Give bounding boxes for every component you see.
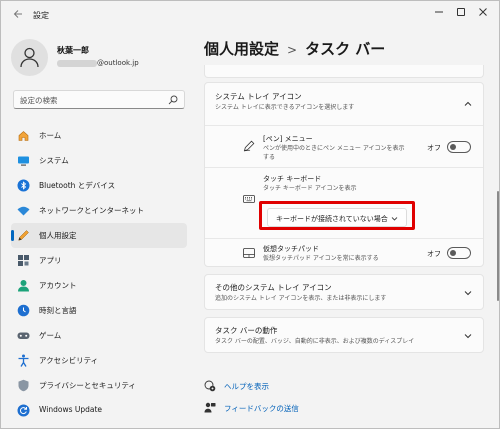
highlight-box — [259, 201, 415, 230]
help-link-label: ヘルプを表示 — [224, 382, 269, 391]
pen-icon — [18, 230, 29, 241]
taskbar-behaviors-card[interactable]: タスク バーの動作 タスク バーの配置、バッジ、自動的に非表示、および複数のディ… — [204, 317, 484, 353]
apps-icon — [18, 255, 29, 266]
sidebar-item-accessibility[interactable]: アクセシビリティ — [11, 348, 187, 373]
minimize-icon — [435, 11, 443, 13]
feedback-link-label: フィードバックの送信 — [224, 404, 299, 413]
home-icon — [18, 131, 29, 141]
sidebar-item-time-language[interactable]: 時刻と言語 — [11, 298, 187, 323]
wifi-icon — [17, 206, 30, 216]
chevron-up-icon — [464, 101, 472, 106]
pen-menu-toggle-label: オフ — [427, 144, 441, 152]
sidebar-item-label: ネットワークとインターネット — [39, 206, 144, 215]
close-icon — [479, 8, 487, 16]
chevron-down-icon — [464, 291, 472, 296]
search-placeholder: 設定の検索 — [20, 96, 58, 105]
virtual-touchpad-toggle[interactable] — [447, 247, 471, 259]
card-title: タスク バーの動作 — [215, 326, 278, 335]
sidebar-item-label: アカウント — [39, 281, 77, 290]
sidebar-item-home[interactable]: ホーム — [11, 123, 187, 148]
sidebar-item-windows-update[interactable]: Windows Update — [11, 398, 187, 423]
update-icon — [17, 404, 30, 417]
app-title: 設定 — [33, 11, 49, 20]
sidebar-item-network[interactable]: ネットワークとインターネット — [11, 198, 187, 223]
pen-menu-row: [ペン] メニュー ペンが使用中のときにペン メニュー アイコンを表示する オフ — [205, 126, 483, 168]
sidebar-item-apps[interactable]: アプリ — [11, 248, 187, 273]
maximize-icon — [457, 8, 465, 16]
avatar[interactable] — [11, 39, 48, 76]
sidebar-item-privacy-security[interactable]: プライバシーとセキュリティ — [11, 373, 187, 398]
touchpad-icon — [243, 248, 255, 258]
card-subtitle: 追加のシステム トレイ アイコンを表示、または非表示にします — [215, 295, 387, 302]
accessibility-icon — [18, 354, 29, 367]
breadcrumb-parent[interactable]: 個人用設定 — [204, 40, 279, 58]
close-button[interactable] — [475, 7, 491, 21]
pen-menu-title: [ペン] メニュー — [263, 135, 313, 143]
shield-icon — [18, 379, 29, 392]
touch-keyboard-subtitle: タッチ キーボード アイコンを表示 — [263, 185, 357, 192]
chevron-down-icon — [464, 334, 472, 339]
sidebar-item-label: アクセシビリティ — [39, 356, 99, 365]
account-icon — [18, 280, 29, 292]
other-tray-icons-card[interactable]: その他のシステム トレイ アイコン 追加のシステム トレイ アイコンを表示、また… — [204, 274, 484, 310]
system-icon — [18, 156, 29, 166]
system-tray-icons-header[interactable]: システム トレイ アイコン システム トレイに表示できるアイコンを選択します — [205, 83, 483, 126]
virtual-touchpad-subtitle: 仮想タッチパッド アイコンを常に表示する — [263, 255, 379, 262]
bluetooth-icon — [17, 179, 30, 192]
previous-card-edge — [204, 65, 484, 78]
content-scroll-area[interactable]: システム トレイ アイコン システム トレイに表示できるアイコンを選択します [… — [201, 65, 491, 428]
sidebar-item-label: Bluetooth とデバイス — [39, 181, 116, 190]
user-email: @outlook.jp — [57, 59, 139, 67]
sidebar-item-label: 時刻と言語 — [39, 306, 77, 315]
touch-keyboard-row: タッチ キーボード タッチ キーボード アイコンを表示 キーボードが接続されてい… — [205, 168, 483, 239]
pen-menu-toggle[interactable] — [447, 141, 471, 153]
person-icon — [20, 47, 39, 68]
sidebar-item-label: 個人用設定 — [39, 231, 77, 240]
sidebar-item-label: Windows Update — [39, 405, 103, 414]
feedback-icon — [204, 402, 216, 413]
pen-menu-subtitle: ペンが使用中のときにペン メニュー アイコンを表示する — [263, 145, 405, 161]
breadcrumb-separator: > — [287, 43, 298, 57]
keyboard-icon — [243, 195, 255, 203]
settings-window: 設定 秋葉一郎 @outlook.jp 設定の検索 ホーム システム Bluet… — [0, 0, 500, 429]
user-name: 秋葉一郎 — [57, 46, 89, 55]
help-icon — [204, 380, 216, 392]
sidebar-item-label: システム — [39, 156, 69, 165]
sidebar-item-bluetooth[interactable]: Bluetooth とデバイス — [11, 173, 187, 198]
time-language-icon — [17, 304, 30, 317]
back-arrow-icon — [13, 10, 22, 18]
page-title: タスク バー — [305, 40, 386, 58]
card-subtitle: タスク バーの配置、バッジ、自動的に非表示、および複数のディスプレイ — [215, 338, 415, 345]
virtual-touchpad-row: 仮想タッチパッド 仮想タッチパッド アイコンを常に表示する オフ — [205, 239, 483, 267]
virtual-touchpad-title: 仮想タッチパッド — [263, 245, 319, 253]
email-redaction — [57, 59, 97, 67]
sidebar-item-label: ホーム — [39, 131, 62, 140]
sidebar-item-personalization[interactable]: 個人用設定 — [11, 223, 187, 248]
sidebar-item-label: プライバシーとセキュリティ — [39, 381, 136, 390]
card-subtitle: システム トレイに表示できるアイコンを選択します — [215, 104, 355, 111]
pen-icon — [243, 140, 255, 152]
back-button[interactable] — [11, 9, 25, 23]
system-tray-icons-card: システム トレイ アイコン システム トレイに表示できるアイコンを選択します [… — [204, 82, 484, 267]
search-icon — [168, 95, 178, 105]
touch-keyboard-title: タッチ キーボード — [263, 175, 322, 183]
card-title: システム トレイ アイコン — [215, 92, 302, 101]
sidebar-item-gaming[interactable]: ゲーム — [11, 323, 187, 348]
sidebar-item-label: アプリ — [39, 256, 62, 265]
sidebar-item-label: ゲーム — [39, 331, 62, 340]
sidebar-nav: ホーム システム Bluetooth とデバイス ネットワークとインターネット … — [11, 123, 187, 423]
sidebar-item-system[interactable]: システム — [11, 148, 187, 173]
card-title: その他のシステム トレイ アイコン — [215, 283, 332, 292]
sidebar-item-accounts[interactable]: アカウント — [11, 273, 187, 298]
virtual-touchpad-toggle-label: オフ — [427, 250, 441, 258]
scrollbar-thumb[interactable] — [497, 191, 499, 301]
title-bar: 設定 — [1, 1, 499, 31]
gamepad-icon — [17, 332, 30, 339]
minimize-button[interactable] — [431, 7, 447, 21]
maximize-button[interactable] — [453, 7, 469, 21]
breadcrumb: 個人用設定 > タスク バー — [204, 38, 385, 59]
email-suffix: @outlook.jp — [97, 59, 139, 67]
search-input[interactable]: 設定の検索 — [13, 90, 185, 109]
